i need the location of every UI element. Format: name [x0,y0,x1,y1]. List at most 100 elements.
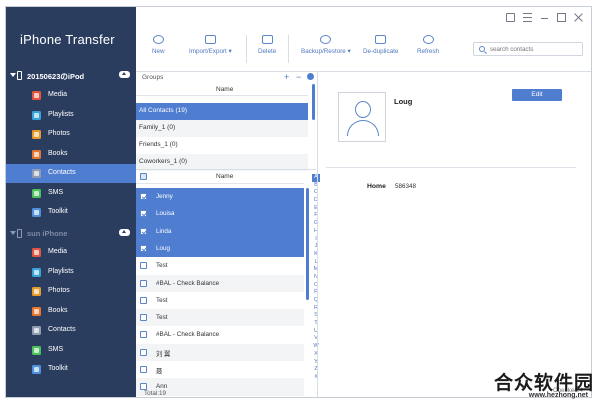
feedback-icon[interactable] [506,13,516,22]
device-row-iphone[interactable]: sun iPhone [6,227,136,243]
expand-arrow-icon[interactable] [10,231,16,235]
maximize-icon[interactable] [557,13,567,22]
contact-row[interactable]: Test [136,292,304,309]
contact-checkbox[interactable] [140,210,147,218]
edit-button[interactable]: Edit [512,89,562,101]
sidebar-item-media[interactable]: Media [6,86,136,105]
contact-checkbox[interactable] [140,366,147,373]
contact-name-cell: #BAL - Check Balance [156,331,220,339]
sidebar-item-label: SMS [48,345,64,353]
group-settings-icon[interactable] [307,73,314,80]
delete-button[interactable]: Delete [258,35,276,55]
minimize-icon[interactable] [540,13,549,22]
contact-row[interactable]: Test [136,257,304,274]
sidebar-item-label: Photos [48,287,70,294]
close-icon[interactable] [574,13,583,22]
toolkit-icon [32,365,41,374]
photos-icon [32,130,41,139]
contact-name-cell: Louisa [156,210,175,218]
add-group-icon[interactable]: + [284,72,289,82]
avatar[interactable] [338,92,386,142]
contacts-name-header[interactable]: Name [216,173,233,180]
sidebar-item-sms[interactable]: SMS [6,184,136,203]
app-window: iPhone Transfer 20150623のiPod Media Playl… [5,6,592,398]
books-icon [32,149,41,159]
expand-arrow-icon[interactable] [10,73,16,77]
contact-row[interactable]: #BAL - Check Balance [136,274,304,292]
contact-checkbox[interactable] [140,193,147,200]
sms-icon [32,188,41,198]
refresh-button-label: Refresh [417,48,440,55]
sidebar-item-books[interactable]: Books [6,145,136,164]
groups-title: Groups [142,74,164,81]
contact-checkbox[interactable] [140,279,147,287]
toolbar-divider [288,35,289,63]
eject-icon[interactable] [119,71,130,78]
sidebar-item-toolkit[interactable]: Toolkit [6,360,136,379]
contact-checkbox[interactable] [140,314,147,322]
select-all-checkbox[interactable] [140,173,147,180]
sidebar-item-label: Media [48,248,68,255]
sidebar-item-media[interactable]: Media [6,243,136,262]
deduplicate-button[interactable]: De-duplicate [363,35,398,55]
group-row[interactable]: Family_1 (0) [136,120,308,137]
eject-icon[interactable] [119,229,130,236]
contact-name-cell: Jenny [156,193,173,200]
sidebar-item-playlists[interactable]: Playlists [6,263,136,282]
groups-column-header[interactable]: Name [136,84,308,96]
contact-checkbox[interactable] [140,348,147,356]
sidebar-item-label: Playlists [48,110,74,118]
sidebar-item-contacts[interactable]: Contacts [6,164,136,183]
total-count: Total:19 [144,390,167,397]
sidebar-item-photos[interactable]: Photos [6,125,136,144]
phone-label: Home [367,183,386,190]
import-export-button-label: Import/Export ▾ [189,48,232,55]
contact-name-cell: #BAL - Check Balance [156,279,220,287]
contact-row[interactable]: 聂 [136,361,304,378]
deduplicate-button-label: De-duplicate [363,48,399,55]
backup-restore-button[interactable]: Backup/Restore ▾ [301,35,351,55]
import-export-button[interactable]: Import/Export ▾ [189,35,232,55]
sidebar-item-playlists[interactable]: Playlists [6,106,136,125]
contact-checkbox[interactable] [140,244,147,252]
sidebar-item-toolkit[interactable]: Toolkit [6,203,136,222]
sidebar-item-label: Toolkit [48,365,68,372]
window-controls [500,13,583,25]
menu-icon[interactable] [523,13,533,22]
group-row[interactable]: Friends_1 (0) [136,137,308,154]
remove-group-icon[interactable]: − [296,72,301,82]
app-title: iPhone Transfer [20,32,115,47]
search-icon[interactable] [479,46,485,52]
contact-name: Loug [394,97,413,106]
refresh-button[interactable]: Refresh [417,35,439,55]
contact-row[interactable]: Test [136,309,304,327]
deduplicate-icon [375,35,387,44]
group-row[interactable]: All Contacts (19) [136,103,308,120]
device-icon [17,229,22,238]
sidebar-item-photos[interactable]: Photos [6,282,136,301]
sms-icon [32,345,41,355]
contact-name-cell: 刘 翼 [156,350,171,358]
contact-checkbox[interactable] [140,331,147,339]
contact-checkbox[interactable] [140,227,147,235]
contact-detail-panel: Loug Edit Home 586348 Checked:4 [317,72,591,397]
device-row-ipod[interactable]: 20150623のiPod [6,69,136,85]
groups-scrollbar[interactable] [312,84,315,120]
search-input[interactable] [490,44,578,54]
contact-row[interactable]: 刘 翼 [136,343,304,361]
contact-row[interactable]: #BAL - Check Balance [136,326,304,343]
contact-name-cell: Linda [156,227,172,235]
sidebar-item-contacts[interactable]: Contacts [6,321,136,340]
contact-row[interactable]: Loug [136,239,304,258]
contact-row[interactable]: Jenny [136,188,304,206]
sidebar-item-label: SMS [48,188,64,196]
contacts-scrollbar[interactable] [306,188,309,300]
contact-checkbox[interactable] [140,296,147,304]
contact-checkbox[interactable] [140,262,147,270]
new-button[interactable]: New [152,35,165,55]
contact-row[interactable]: Linda [136,222,304,240]
sidebar-item-books[interactable]: Books [6,302,136,321]
watermark: 合众软件园 www.hezhong.net [462,368,594,402]
contact-row[interactable]: Louisa [136,205,304,223]
sidebar-item-sms[interactable]: SMS [6,341,136,360]
